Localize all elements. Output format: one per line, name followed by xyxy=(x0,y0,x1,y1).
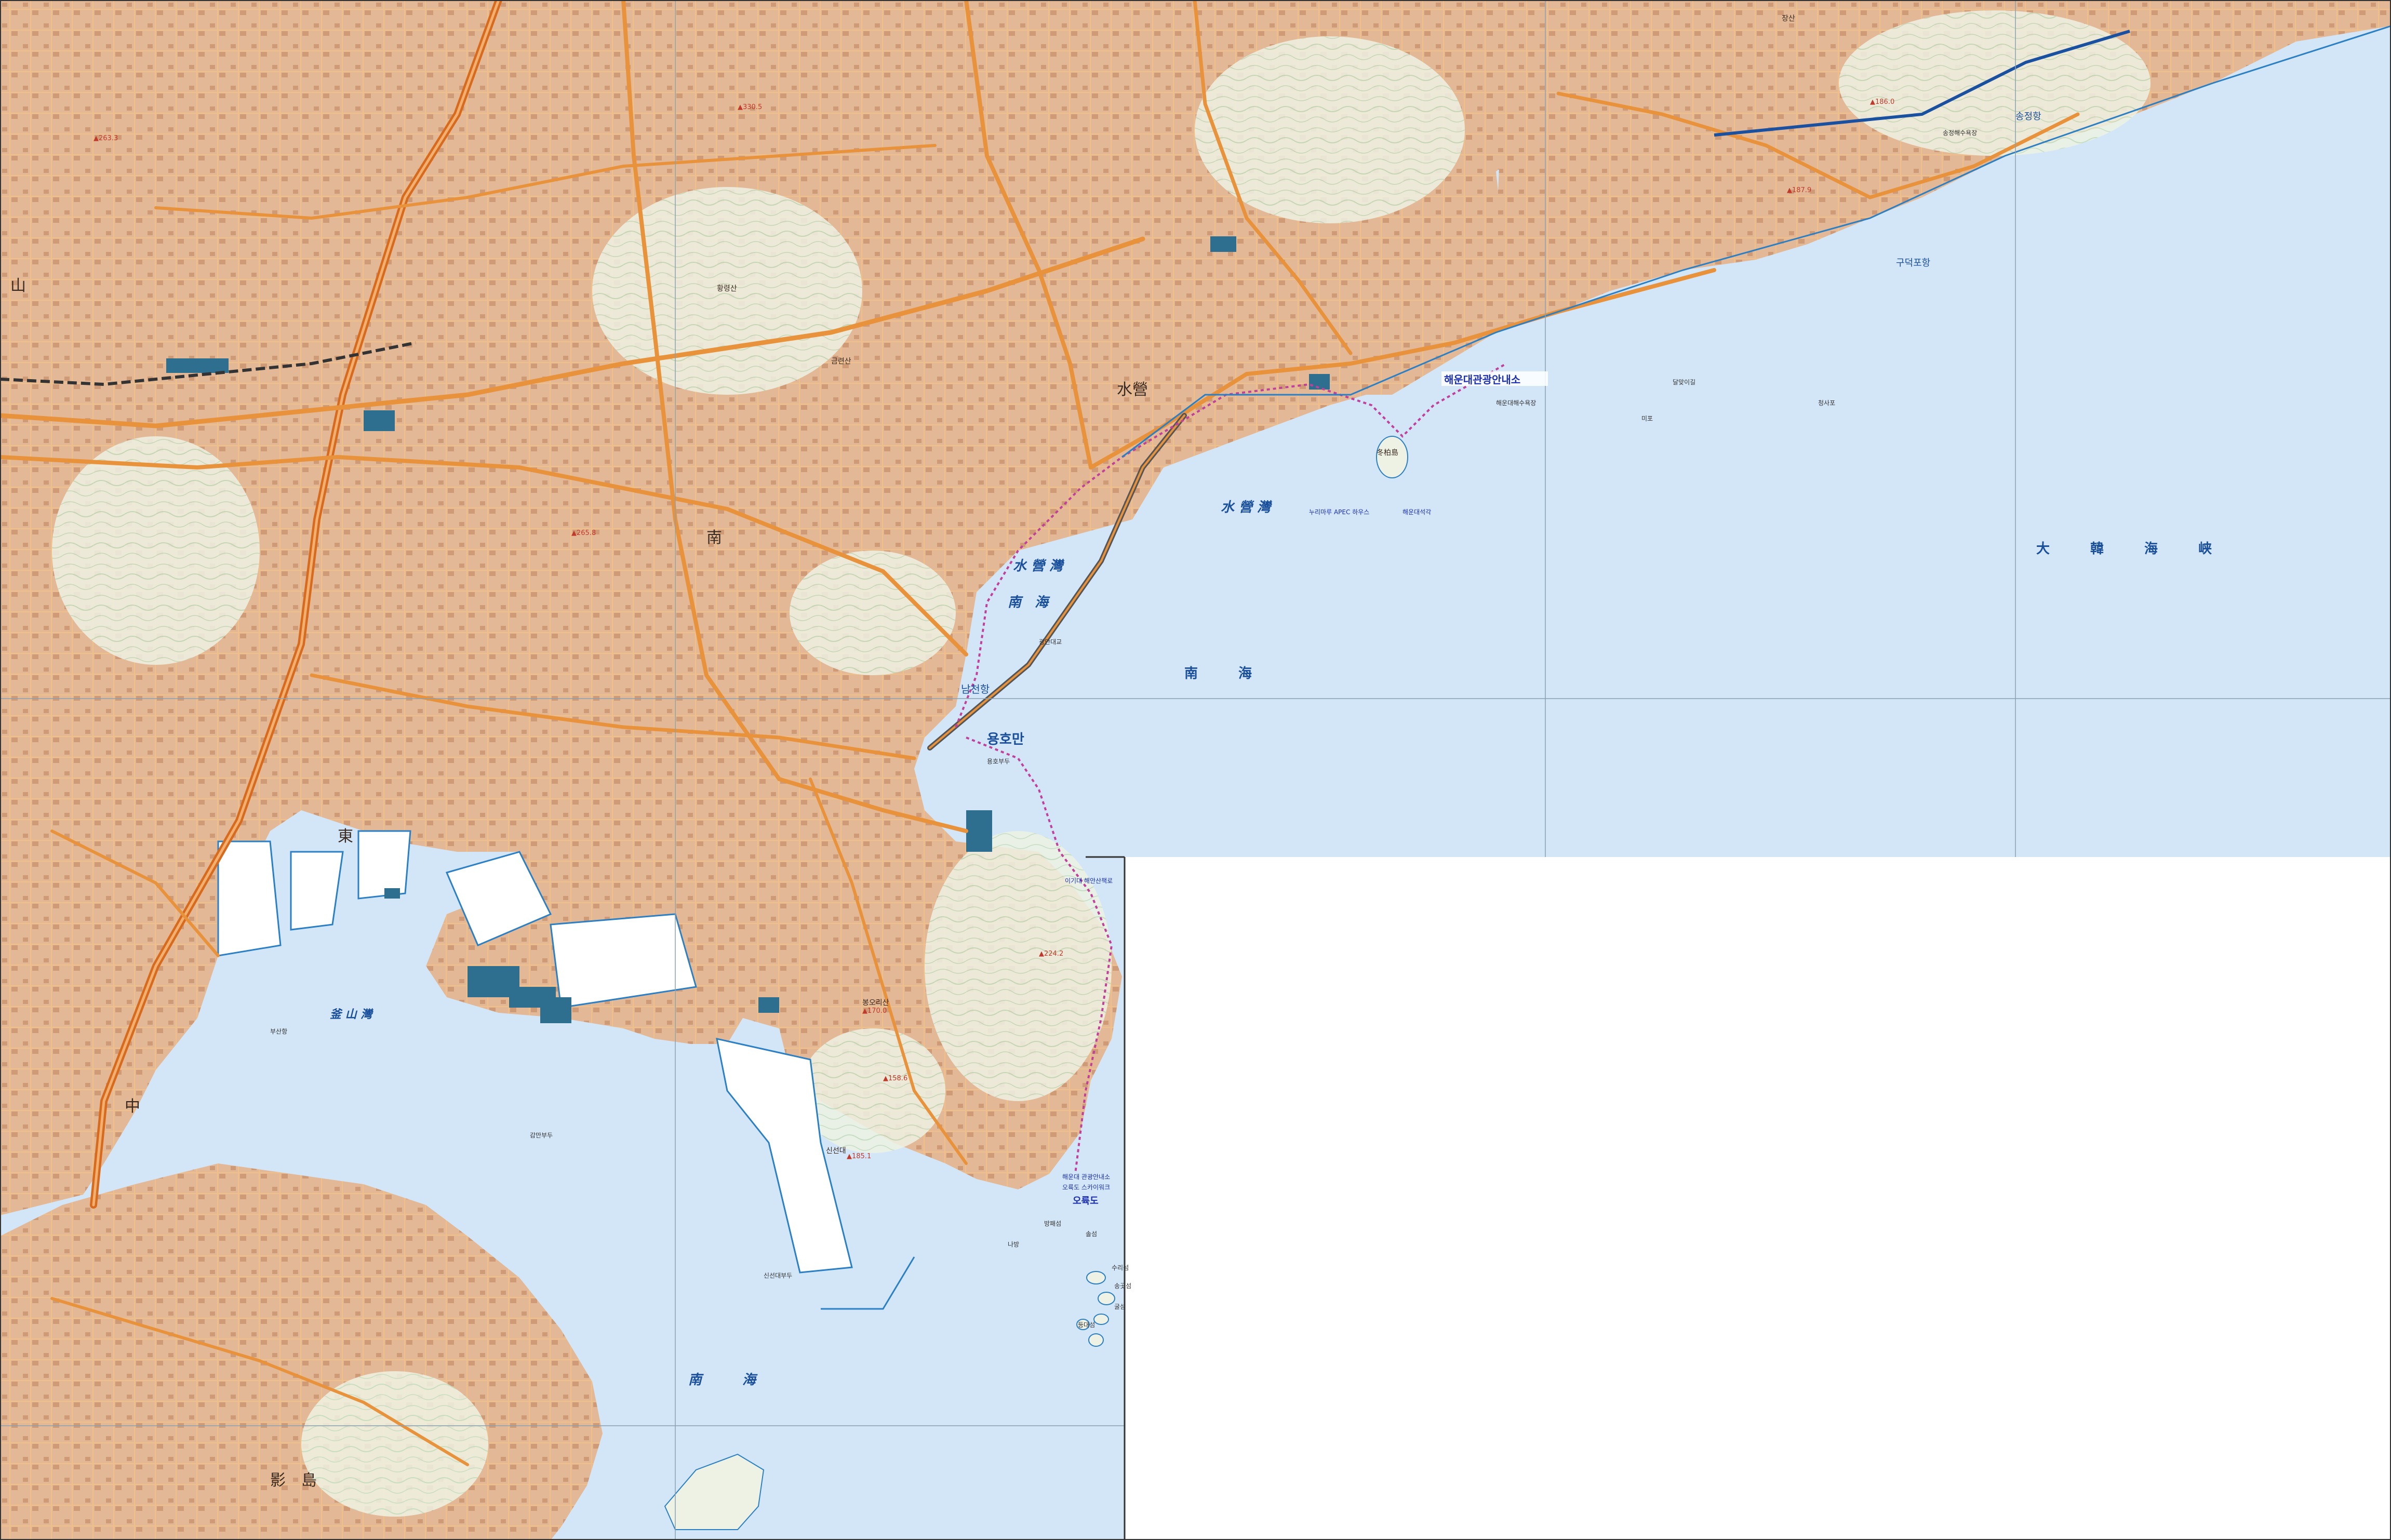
poi-haeundae-tourist: 해운대 관광안내소 xyxy=(1062,1173,1110,1181)
label-busan-bay: 釜 山 灣 xyxy=(330,1008,373,1021)
height-8: ▲186.0 xyxy=(1870,98,1894,106)
label-sea-south-east: 南 海 xyxy=(1184,666,1252,681)
island-deungdae: 등대섬 xyxy=(1078,1321,1095,1329)
poi-mipo: 미포 xyxy=(1641,415,1653,422)
island-nabang: 나방 xyxy=(1008,1241,1019,1248)
height-4: ▲158.6 xyxy=(883,1075,907,1082)
poi-songjeong-beach: 송정해수욕장 xyxy=(1943,129,1977,137)
height-6: ▲265.8 xyxy=(571,529,596,537)
label-district-nam: 南 xyxy=(706,529,722,547)
height-7: ▲187.9 xyxy=(1787,186,1811,194)
label-namcheonhang: 남천항 xyxy=(961,683,990,695)
poi-nurimaru: 누리마루 APEC 하우스 xyxy=(1309,508,1369,516)
height-5: ▲330.5 xyxy=(738,103,762,111)
poi-haeundae-seokgak: 해운대석각 xyxy=(1402,508,1431,516)
label-suyeong-bay-upper: 水 營 灣 xyxy=(1221,500,1273,515)
poi-oryukdo-skywalk: 오륙도 스카이워크 xyxy=(1062,1184,1110,1191)
island-gul: 굴섬 xyxy=(1114,1303,1126,1310)
island-sol: 솔섬 xyxy=(1086,1230,1097,1238)
blank-sheet-area xyxy=(1125,857,2391,1540)
label-district-dong: 東 xyxy=(338,827,353,846)
poi-dalmaji: 달맞이길 xyxy=(1673,379,1695,386)
label-district-jung: 中 xyxy=(125,1097,140,1116)
poi-hwangryeongsan: 황령산 xyxy=(717,285,737,293)
poi-geumnyeonsan: 금련산 xyxy=(831,357,851,366)
label-gudeokpohang: 구덕포항 xyxy=(1896,258,1930,269)
label-oryukdo: 오륙도 xyxy=(1073,1196,1099,1207)
label-yeongdo: 影 島 xyxy=(270,1471,317,1490)
island-suri: 수리섬 xyxy=(1112,1264,1129,1271)
label-yonghoman: 용호만 xyxy=(987,732,1024,747)
label-district-suyeong: 水營 xyxy=(1117,381,1148,399)
height-3: ▲185.1 xyxy=(847,1153,871,1160)
label-sea-south-bay: 南 海 xyxy=(1008,595,1050,610)
poi-gamman-pier: 감만부두 xyxy=(530,1132,553,1139)
label-suyeong-bay-lower: 水 營 灣 xyxy=(1013,558,1065,574)
label-sea-strait: 大 韓 海 峡 xyxy=(2036,541,2212,557)
poi-jangsan: 장산 xyxy=(1782,15,1795,23)
island-bangpae: 방패섬 xyxy=(1044,1220,1061,1227)
height-1: ▲224.2 xyxy=(1039,950,1063,958)
label-songjeonghang: 송정항 xyxy=(2015,111,2041,122)
poi-sinseondae-pier: 신선대부두 xyxy=(764,1272,792,1279)
label-haeundae-info: 해운대관광안내소 xyxy=(1444,373,1520,386)
poi-sinseondae: 신선대 xyxy=(826,1147,846,1155)
label-dongbaek: 冬柏島 xyxy=(1377,449,1398,457)
height-2: ▲170.0 xyxy=(862,1007,887,1015)
poi-bongorisan: 봉오리산 xyxy=(862,999,889,1007)
island-songgot: 송곳섬 xyxy=(1114,1282,1131,1290)
height-9: ▲263.3 xyxy=(93,135,118,142)
poi-yongho-pier: 용호부두 xyxy=(987,758,1010,765)
topographic-map[interactable]: 大 韓 海 峡 南 海 水 營 灣 水 營 灣 南 海 南 海 釜 山 灣 용호… xyxy=(0,0,2391,1540)
poi-haeundae-beach: 해운대해수욕장 xyxy=(1496,399,1536,407)
poi-busan-port: 부산항 xyxy=(270,1028,287,1035)
label-district-sasang: 山 xyxy=(10,277,26,295)
label-sea-south-lower: 南 海 xyxy=(688,1372,758,1388)
poi-cheongsapo: 청사포 xyxy=(1818,399,1835,407)
poi-gwangan-bridge: 광안대교 xyxy=(1039,638,1062,646)
poi-igidae-trail: 이기대 해안산책로 xyxy=(1065,877,1113,885)
